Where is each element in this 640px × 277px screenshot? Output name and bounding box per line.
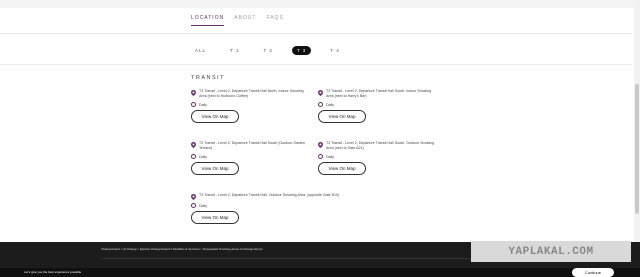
location-card: T3 Transit - Level 2, Departure Transit …	[191, 141, 311, 175]
clock-icon	[191, 203, 196, 208]
cookie-text: Let's give you the best experience possi…	[24, 270, 82, 274]
filter-t4[interactable]: T 4	[325, 46, 344, 55]
clock-icon	[191, 102, 196, 107]
tabs-divider	[0, 33, 632, 34]
location-text: T3 Transit - Level 2, Departure Transit …	[199, 141, 306, 150]
map-pin-icon	[318, 142, 323, 148]
watermark: YAPLAKAL.COM	[471, 241, 631, 262]
location-text: T3 Transit - Level 2, Departure Transit …	[326, 141, 435, 150]
clock-icon	[318, 102, 323, 107]
hours-text: Daily	[326, 102, 334, 107]
filters-divider	[0, 64, 632, 65]
view-on-map-button[interactable]: View On Map	[191, 110, 239, 123]
map-pin-icon	[191, 90, 196, 96]
filter-t2[interactable]: T 2	[258, 46, 277, 55]
tab-about[interactable]: ABOUT	[234, 15, 256, 26]
location-card: T3 Transit - Level 2, Departure Transit …	[318, 89, 438, 123]
location-text: T3 Transit - Level 2, Departure Transit …	[199, 193, 340, 197]
breadcrumb[interactable]: Changi Airport > At Changi > Explore Cha…	[101, 247, 262, 251]
scrollbar-thumb[interactable]	[635, 84, 639, 214]
hours-text: Daily	[326, 154, 334, 159]
tab-location[interactable]: LOCATION	[191, 15, 225, 26]
map-pin-icon	[318, 90, 323, 96]
location-text: T3 Transit - Level 2, Departure Transit …	[326, 89, 432, 98]
page: LOCATION ABOUT FAQS ALL T 1 T 2 T 3 T 4 …	[0, 0, 640, 277]
cookie-continue-button[interactable]: Continue	[572, 268, 614, 277]
location-card: T3 Transit - Level 2, Departure Transit …	[318, 141, 438, 175]
cookie-banner	[0, 268, 640, 277]
section-title: TRANSIT	[191, 75, 226, 81]
view-on-map-button[interactable]: View On Map	[191, 162, 239, 175]
location-text: T3 Transit - Level 2, Departure Transit …	[199, 89, 304, 98]
hours-text: Daily	[199, 102, 207, 107]
map-pin-icon	[191, 142, 196, 148]
filter-all[interactable]: ALL	[190, 46, 211, 55]
terminal-filter: ALL T 1 T 2 T 3 T 4	[190, 46, 345, 55]
map-pin-icon	[191, 194, 196, 200]
view-on-map-button[interactable]: View On Map	[318, 162, 366, 175]
hours-text: Daily	[199, 203, 207, 208]
clock-icon	[318, 154, 323, 159]
filter-t1[interactable]: T 1	[225, 46, 244, 55]
scrollbar[interactable]	[634, 0, 640, 242]
location-card: T3 Transit - Level 2, Departure Transit …	[191, 89, 311, 123]
view-on-map-button[interactable]: View On Map	[318, 110, 366, 123]
location-card: T3 Transit - Level 2, Departure Transit …	[191, 193, 391, 224]
tab-faqs[interactable]: FAQS	[266, 15, 283, 26]
filter-t3[interactable]: T 3	[291, 46, 312, 55]
top-strip	[0, 0, 640, 8]
clock-icon	[191, 154, 196, 159]
hours-text: Daily	[199, 154, 207, 159]
view-on-map-button[interactable]: View On Map	[191, 211, 239, 224]
content-tabs: LOCATION ABOUT FAQS	[191, 15, 284, 26]
